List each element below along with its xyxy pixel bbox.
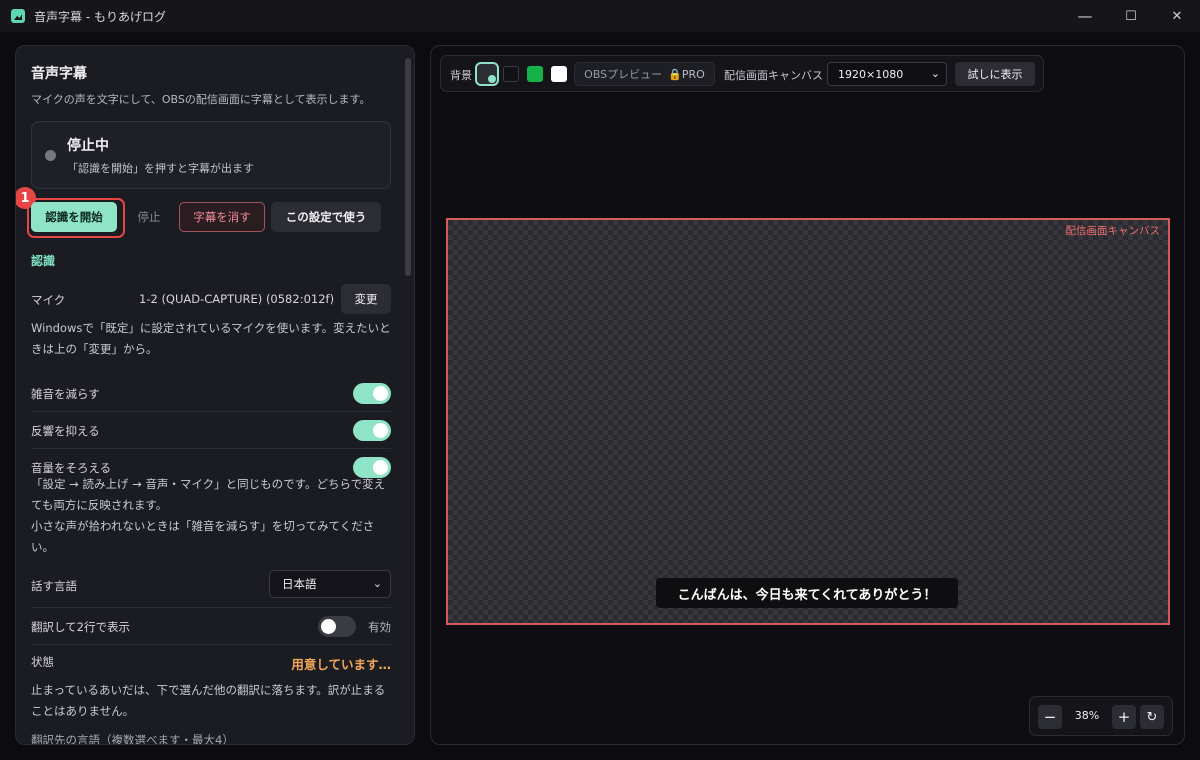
translate-row: 翻訳して2行で表示 有効 — [31, 608, 391, 645]
translate-label: 翻訳して2行で表示 — [31, 620, 130, 634]
transparent-bg-swatch[interactable] — [475, 62, 499, 86]
toggle-label: 雑音を減らす — [31, 387, 100, 401]
selected-check-icon — [488, 75, 496, 83]
resolution-value: 1920×1080 — [838, 67, 904, 81]
noise-reduction-toggle[interactable] — [353, 383, 391, 404]
zoom-out-button[interactable]: − — [1038, 705, 1062, 729]
zoom-level: 38% — [1074, 709, 1100, 722]
action-buttons: 1 認識を開始 停止 字幕を消す この設定で使う — [16, 187, 391, 238]
white-bg-swatch[interactable] — [551, 66, 567, 82]
translate-state: 有効 — [368, 620, 391, 634]
background-label: 背景 — [450, 69, 472, 82]
panel-description: マイクの声を文字にして、OBSの配信画面に字幕として表示します。 — [31, 93, 371, 106]
maximize-button[interactable]: ☐ — [1108, 0, 1154, 32]
dark-bg-swatch[interactable] — [503, 66, 519, 82]
audio-tip: 小さな声が拾われないときは「雑音を減らす」を切ってみてください。 — [31, 519, 375, 554]
use-settings-button[interactable]: この設定で使う — [271, 202, 381, 232]
state-note: 止まっているあいだは、下で選んだ他の翻訳に落ちます。訳が止まることはありません。 — [31, 683, 386, 718]
stop-button[interactable]: 停止 — [129, 202, 169, 232]
mic-label: マイク — [31, 293, 66, 307]
status-indicator-icon — [45, 150, 56, 161]
green-bg-swatch[interactable] — [527, 66, 543, 82]
canvas-size-label: 配信画面キャンバス — [724, 69, 823, 82]
app-logo-icon — [11, 9, 25, 23]
settings-panel: 音声字幕 マイクの声を文字にして、OBSの配信画面に字幕として表示します。 停止… — [15, 45, 415, 745]
preview-panel: 背景 OBSプレビュー 🔒PRO 配信画面キャンバス 1920×1080 ⌄ 試… — [430, 45, 1185, 745]
change-mic-button[interactable]: 変更 — [341, 284, 391, 314]
clear-subtitles-button[interactable]: 字幕を消す — [179, 202, 265, 232]
mic-device: 1-2 (QUAD-CAPTURE) (0582:012f) — [139, 292, 335, 306]
language-value: 日本語 — [282, 577, 317, 591]
status-card: 停止中 「認識を開始」を押すと字幕が出ます — [31, 121, 391, 189]
toggle-label: 反響を抑える — [31, 424, 100, 438]
noise-reduction-row: 雑音を減らす — [31, 375, 391, 412]
preview-toolbar: 背景 OBSプレビュー 🔒PRO 配信画面キャンバス 1920×1080 ⌄ 試… — [440, 55, 1044, 92]
translate-toggle[interactable] — [318, 616, 356, 637]
zoom-reset-button[interactable]: ↻ — [1140, 705, 1164, 729]
minimize-button[interactable]: — — [1062, 0, 1108, 32]
audio-note: 「設定 → 読み上げ → 音声・マイク」と同じものです。どちらで変えても両方に反… — [31, 477, 386, 512]
language-label: 話す言語 — [31, 579, 77, 593]
window-title: 音声字幕 - もりあげログ — [34, 9, 166, 24]
subtitle-preview: こんばんは、今日も来てくれてありがとう！ — [656, 578, 958, 608]
echo-cancel-toggle[interactable] — [353, 420, 391, 441]
chevron-down-icon: ⌄ — [930, 67, 940, 80]
target-language-heading: 翻訳先の言語（複数選べます・最大4） — [31, 733, 234, 745]
obs-preview-button[interactable]: OBSプレビュー 🔒PRO — [574, 62, 715, 86]
language-select[interactable]: 日本語 ⌄ — [269, 570, 391, 598]
pro-lock-badge: 🔒PRO — [668, 67, 705, 81]
state-row: 状態 用意しています… — [31, 654, 391, 674]
language-row: 話す言語 日本語 ⌄ — [31, 570, 391, 608]
zoom-controls: − 38% + ↻ — [1029, 696, 1173, 736]
obs-preview-label: OBSプレビュー — [584, 68, 663, 81]
resolution-select[interactable]: 1920×1080 ⌄ — [827, 62, 947, 86]
start-recognition-button[interactable]: 認識を開始 — [31, 202, 117, 232]
canvas-label: 配信画面キャンバス — [1065, 225, 1161, 237]
state-value: 用意しています… — [291, 657, 391, 672]
mic-note: Windowsで「既定」に設定されているマイクを使います。変えたいときは上の「変… — [31, 321, 391, 356]
panel-title: 音声字幕 — [31, 66, 87, 82]
status-title: 停止中 — [67, 138, 109, 154]
close-button[interactable]: ✕ — [1154, 0, 1200, 32]
window-controls: — ☐ ✕ — [1062, 0, 1200, 32]
broadcast-canvas: 配信画面キャンバス こんばんは、今日も来てくれてありがとう！ — [446, 218, 1170, 625]
state-label: 状態 — [31, 655, 54, 669]
chevron-down-icon: ⌄ — [372, 577, 382, 590]
status-hint: 「認識を開始」を押すと字幕が出ます — [67, 162, 254, 175]
title-bar: 音声字幕 - もりあげログ — ☐ ✕ — [0, 0, 1200, 32]
section-recognition: 認識 — [31, 254, 56, 268]
test-display-button[interactable]: 試しに表示 — [955, 62, 1035, 86]
zoom-in-button[interactable]: + — [1112, 705, 1136, 729]
panel-scrollbar[interactable] — [405, 58, 411, 276]
echo-cancel-row: 反響を抑える — [31, 412, 391, 449]
